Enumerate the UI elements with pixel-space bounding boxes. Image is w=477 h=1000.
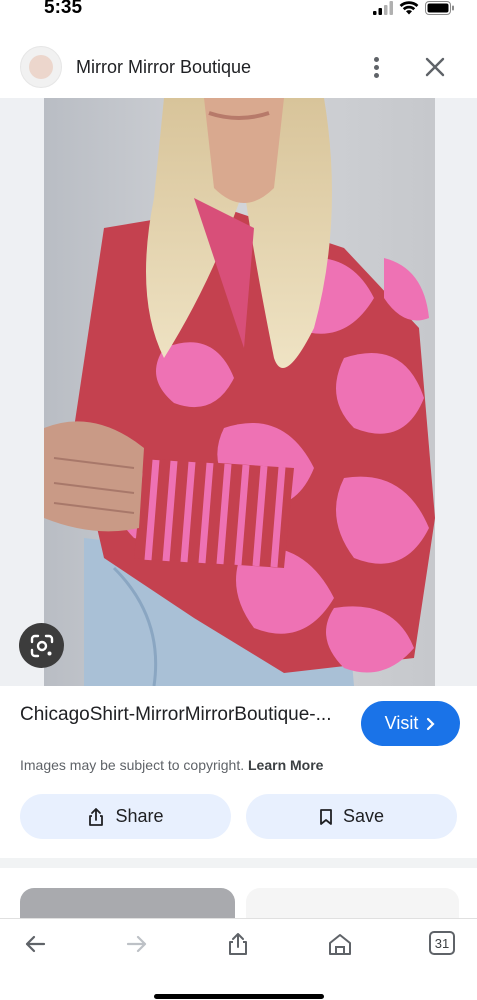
status-time: 5:35 <box>44 0 83 18</box>
tab-switcher-button[interactable]: 31 <box>429 931 455 955</box>
google-lens-button[interactable] <box>19 623 64 668</box>
back-button[interactable] <box>20 929 50 959</box>
chevron-right-icon <box>427 717 435 730</box>
save-label: Save <box>342 806 385 826</box>
close-button[interactable] <box>420 52 450 82</box>
share-icon <box>229 933 247 955</box>
image-caption[interactable]: ChicagoShirt-MirrorMirrorBoutique-... <box>20 702 340 727</box>
more-options-button[interactable] <box>362 52 390 82</box>
shirt-photo-illustration <box>44 98 435 686</box>
arrow-left-icon <box>25 935 46 953</box>
product-photo[interactable] <box>44 98 435 686</box>
more-vert-icon <box>373 56 379 62</box>
site-favicon <box>20 46 62 88</box>
home-button[interactable] <box>325 929 355 959</box>
visit-button[interactable]: Visit <box>361 701 460 746</box>
copyright-notice: Images may be subject to copyright. Lear… <box>20 757 323 773</box>
status-bar: 5:35 <box>0 0 477 22</box>
section-divider <box>0 858 477 868</box>
browser-toolbar: 31 <box>0 918 477 1000</box>
learn-more-link[interactable]: Learn More <box>248 757 323 773</box>
share-button[interactable]: Share <box>20 794 231 839</box>
visit-label: Visit <box>384 713 419 733</box>
home-indicator[interactable] <box>154 994 324 999</box>
share-page-button[interactable] <box>223 929 253 959</box>
site-name: Mirror Mirror Boutique <box>76 57 252 77</box>
bookmark-icon <box>320 808 332 825</box>
forward-button[interactable] <box>122 929 152 959</box>
share-label: Share <box>115 806 164 826</box>
related-image-thumbnail[interactable] <box>246 888 459 918</box>
arrow-right-icon <box>126 935 147 953</box>
home-icon <box>329 934 351 955</box>
lens-icon <box>30 634 53 657</box>
battery-icon <box>425 1 454 15</box>
close-icon <box>425 57 445 77</box>
wifi-icon <box>399 1 419 15</box>
share-icon <box>89 807 104 826</box>
copyright-text: Images may be subject to copyright. <box>20 757 245 773</box>
related-image-thumbnail[interactable] <box>20 888 235 918</box>
save-button[interactable]: Save <box>246 794 457 839</box>
status-icons <box>373 0 455 16</box>
image-preview-area[interactable] <box>0 98 477 686</box>
cellular-signal-icon <box>373 1 393 15</box>
result-header: Mirror Mirror Boutique <box>0 40 477 96</box>
